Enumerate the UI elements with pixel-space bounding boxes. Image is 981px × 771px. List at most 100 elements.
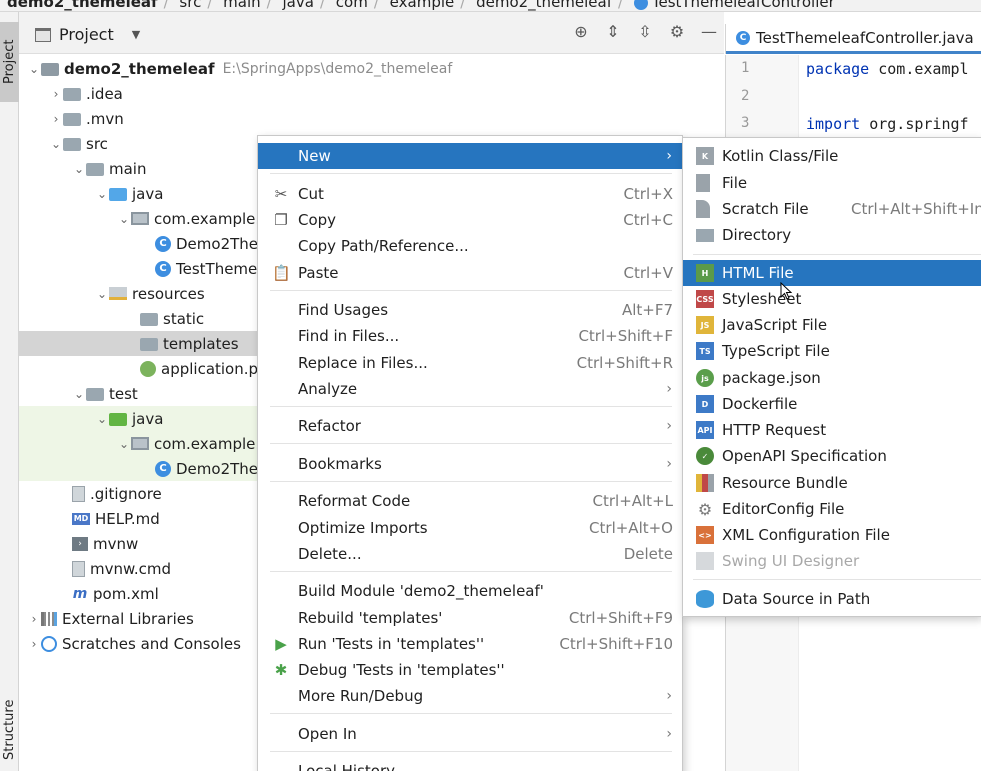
menu-item-local-history[interactable]: Local History — [258, 758, 682, 771]
menu-separator — [693, 579, 981, 580]
breadcrumb-item[interactable]: java — [283, 0, 314, 11]
folder-icon — [63, 112, 81, 126]
submenu-item-label: Scratch File — [722, 200, 809, 218]
code-line[interactable]: import org.springf — [806, 115, 969, 133]
folder-icon — [140, 337, 158, 351]
menu-item-new[interactable]: New › — [258, 143, 682, 169]
http-request-icon: API — [696, 421, 714, 439]
breadcrumb-item[interactable]: example — [390, 0, 455, 11]
menu-item-label: Build Module 'demo2_themeleaf' — [298, 582, 544, 600]
submenu-item-datasource[interactable]: Data Source in Path — [683, 586, 981, 612]
menu-item-find-usages[interactable]: Find Usages Alt+F7 — [258, 297, 682, 323]
submenu-item-xml-config[interactable]: <> XML Configuration File — [683, 522, 981, 548]
menu-separator — [270, 713, 672, 714]
chevron-down-icon[interactable]: ⌄ — [117, 437, 131, 451]
module-folder-icon — [41, 62, 59, 76]
submenu-item-http[interactable]: API HTTP Request — [683, 417, 981, 443]
submenu-item-javascript[interactable]: JS JavaScript File — [683, 312, 981, 338]
tree-item-mvn[interactable]: › .mvn — [19, 106, 724, 131]
submenu-item-swing-designer[interactable]: Swing UI Designer — [683, 548, 981, 574]
resources-folder-icon — [109, 287, 127, 300]
breadcrumb-item[interactable]: demo2_themeleaf — [476, 0, 612, 11]
submenu-item-openapi[interactable]: ✓ OpenAPI Specification — [683, 443, 981, 469]
chevron-down-icon[interactable]: ⌄ — [95, 412, 109, 426]
submenu-item-stylesheet[interactable]: CSS Stylesheet — [683, 286, 981, 312]
chevron-right-icon[interactable]: › — [27, 637, 41, 651]
submenu-item-kotlin[interactable]: K Kotlin Class/File — [683, 143, 981, 169]
chevron-right-icon[interactable]: › — [49, 112, 63, 126]
menu-item-shortcut: Delete — [623, 545, 673, 563]
submenu-item-html[interactable]: H HTML File — [683, 260, 981, 286]
submenu-item-directory[interactable]: Directory — [683, 222, 981, 248]
menu-item-open-in[interactable]: Open In › — [258, 721, 682, 747]
gear-icon[interactable]: ⚙ — [668, 22, 686, 41]
line-number: 3 — [741, 115, 750, 131]
crosshair-icon[interactable]: ⊕ — [572, 22, 590, 41]
menu-item-cut[interactable]: ✂ Cut Ctrl+X — [258, 181, 682, 207]
chevron-down-icon[interactable]: ⌄ — [95, 187, 109, 201]
menu-item-label: Copy — [298, 211, 337, 229]
chevron-down-icon[interactable]: ⌄ — [72, 162, 86, 176]
structure-tool-tab[interactable]: Structure — [0, 692, 19, 767]
collapse-all-icon[interactable]: ⇳ — [636, 22, 654, 41]
menu-item-shortcut: Ctrl+Alt+O — [589, 519, 673, 537]
submenu-item-label: HTTP Request — [722, 421, 827, 439]
menu-item-analyze[interactable]: Analyze › — [258, 376, 682, 402]
submenu-item-typescript[interactable]: TS TypeScript File — [683, 338, 981, 364]
menu-item-run-tests[interactable]: ▶ Run 'Tests in 'templates'' Ctrl+Shift+… — [258, 631, 682, 657]
menu-item-refactor[interactable]: Refactor › — [258, 413, 682, 439]
menu-item-copy[interactable]: ❐ Copy Ctrl+C — [258, 207, 682, 233]
submenu-item-scratch[interactable]: Scratch File Ctrl+Alt+Shift+Ins — [683, 196, 981, 222]
menu-item-copy-path[interactable]: Copy Path/Reference... — [258, 233, 682, 259]
context-menu: New › ✂ Cut Ctrl+X ❐ Copy Ctrl+C Copy Pa… — [257, 135, 683, 771]
menu-item-reformat[interactable]: Reformat Code Ctrl+Alt+L — [258, 488, 682, 514]
tree-item-label: Demo2The — [176, 459, 259, 478]
tree-item-label: java — [132, 409, 164, 428]
menu-separator — [270, 571, 672, 572]
tree-item-label: java — [132, 184, 164, 203]
menu-item-find-in-files[interactable]: Find in Files... Ctrl+Shift+F — [258, 323, 682, 349]
minimize-icon[interactable]: — — [700, 22, 718, 41]
tree-item-idea[interactable]: › .idea — [19, 81, 724, 106]
chevron-down-icon[interactable]: ▼ — [132, 28, 140, 41]
submenu-item-editorconfig[interactable]: ⚙ EditorConfig File — [683, 496, 981, 522]
submenu-item-dockerfile[interactable]: D Dockerfile — [683, 391, 981, 417]
tree-item-root[interactable]: ⌄ demo2_themeleaf E:\SpringApps\demo2_th… — [19, 56, 724, 81]
project-tool-tab[interactable]: Project — [0, 22, 19, 102]
typescript-file-icon: TS — [696, 342, 714, 360]
submenu-item-resource-bundle[interactable]: Resource Bundle — [683, 470, 981, 496]
menu-item-rebuild[interactable]: Rebuild 'templates' Ctrl+Shift+F9 — [258, 605, 682, 631]
chevron-down-icon[interactable]: ⌄ — [49, 137, 63, 151]
menu-item-bookmarks[interactable]: Bookmarks › — [258, 451, 682, 477]
class-icon — [633, 0, 648, 10]
menu-separator — [270, 290, 672, 291]
chevron-right-icon[interactable]: › — [27, 612, 41, 626]
menu-item-shortcut: Alt+F7 — [621, 301, 673, 319]
chevron-down-icon[interactable]: ⌄ — [27, 62, 41, 76]
breadcrumb-item[interactable]: src — [179, 0, 201, 11]
submenu-item-package-json[interactable]: js package.json — [683, 365, 981, 391]
project-view-selector[interactable]: Project ▼ — [35, 25, 140, 44]
menu-item-debug-tests[interactable]: ✱ Debug 'Tests in 'templates'' — [258, 657, 682, 683]
editor-tab-bar: C TestThemeleafController.java ✕ — [725, 24, 981, 54]
menu-item-paste[interactable]: 📋 Paste Ctrl+V — [258, 260, 682, 286]
folder-icon — [63, 137, 81, 151]
chevron-down-icon[interactable]: ⌄ — [72, 387, 86, 401]
menu-item-more-run-debug[interactable]: More Run/Debug › — [258, 683, 682, 709]
chevron-down-icon[interactable]: ⌄ — [117, 212, 131, 226]
chevron-down-icon[interactable]: ⌄ — [95, 287, 109, 301]
menu-item-optimize-imports[interactable]: Optimize Imports Ctrl+Alt+O — [258, 515, 682, 541]
breadcrumb-item[interactable]: com — [336, 0, 368, 11]
left-tool-strip: Project Structure — [0, 12, 19, 771]
chevron-right-icon[interactable]: › — [49, 87, 63, 101]
menu-item-replace-in-files[interactable]: Replace in Files... Ctrl+Shift+R — [258, 350, 682, 376]
expand-all-icon[interactable]: ⇕ — [604, 22, 622, 41]
breadcrumb-item[interactable]: demo2_themeleaf — [7, 0, 158, 11]
menu-item-build-module[interactable]: Build Module 'demo2_themeleaf' — [258, 578, 682, 604]
code-line[interactable]: package com.exampl — [806, 60, 969, 78]
breadcrumb-item[interactable]: TestThemeleafController — [652, 0, 835, 11]
menu-item-delete[interactable]: Delete... Delete — [258, 541, 682, 567]
editor-tab-test-controller[interactable]: C TestThemeleafController.java ✕ — [726, 24, 981, 54]
breadcrumb-item[interactable]: main — [223, 0, 260, 11]
submenu-item-file[interactable]: File — [683, 170, 981, 196]
